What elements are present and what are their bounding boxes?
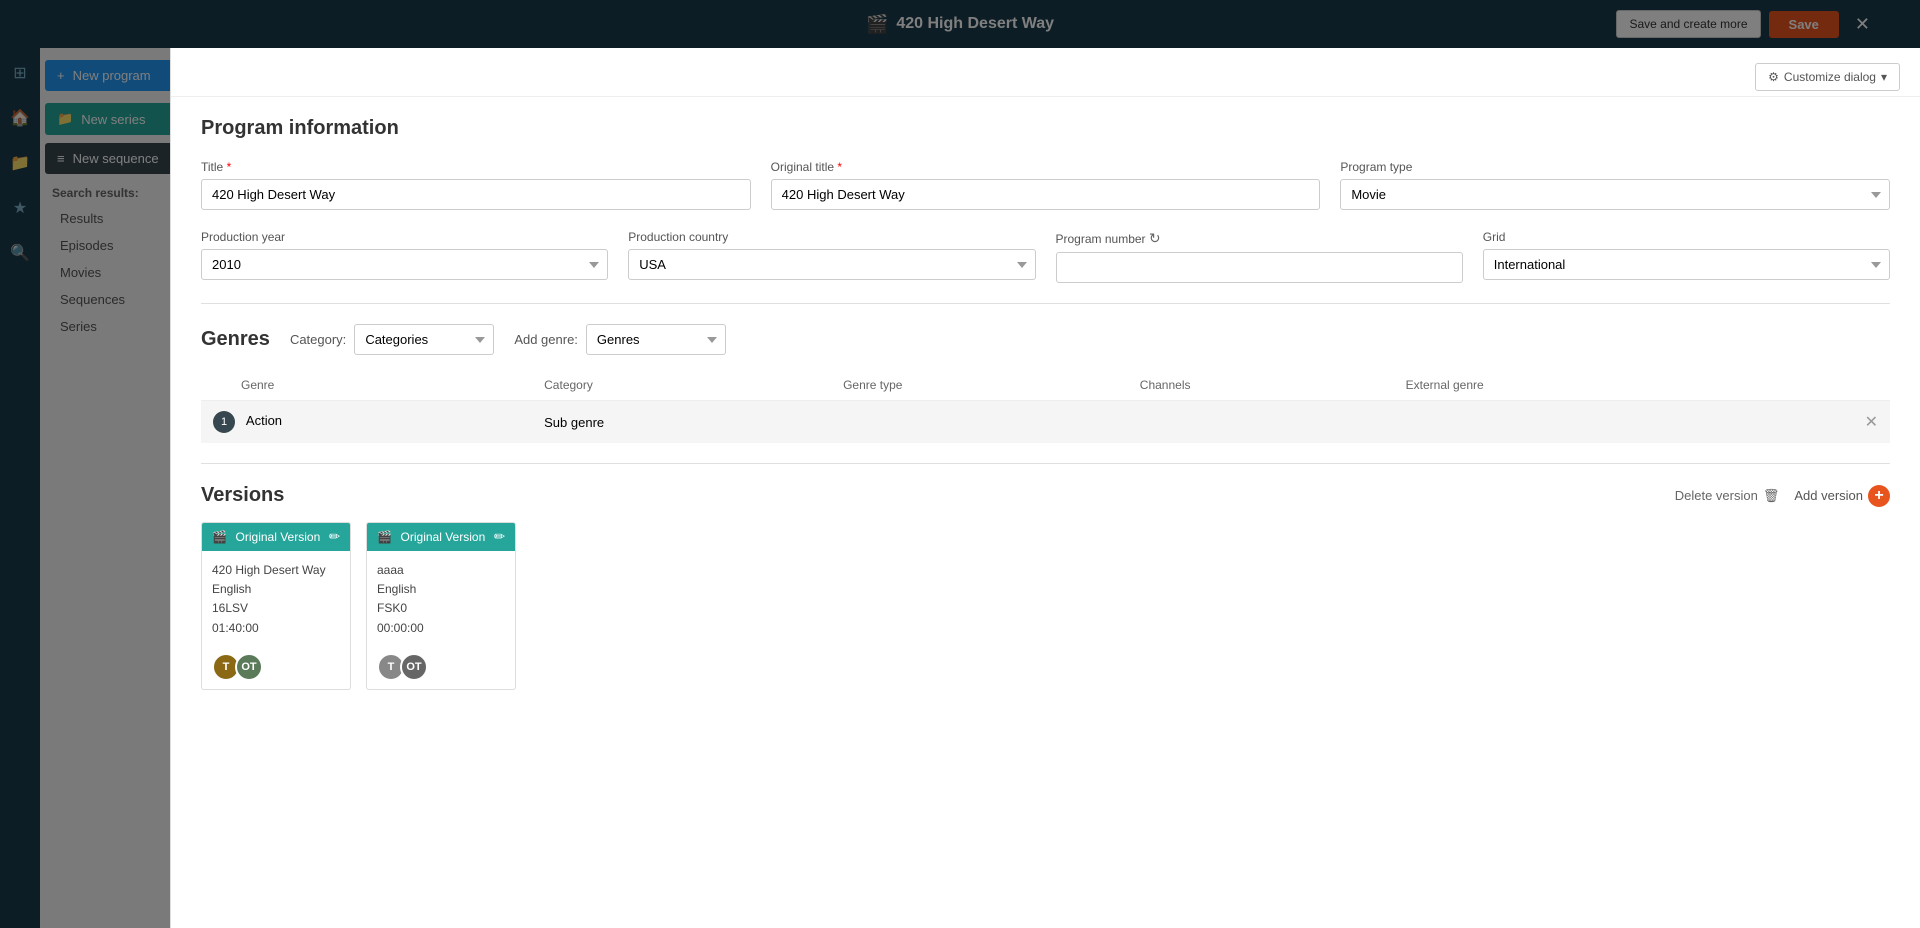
add-genre-filter: Add genre: Genres xyxy=(514,324,726,355)
program-type-group: Program type Movie Series Episode Sequen… xyxy=(1340,160,1890,210)
genre-col-genre: Genre xyxy=(201,370,532,401)
genre-number: 1 xyxy=(213,411,235,433)
category-label: Category: xyxy=(290,332,346,347)
category-select[interactable]: Categories xyxy=(354,324,494,355)
film-icon-1: 🎬 xyxy=(212,530,227,544)
category-filter: Category: Categories xyxy=(290,324,494,355)
genre-cell-channels xyxy=(1128,401,1394,444)
program-number-input[interactable] xyxy=(1056,252,1463,283)
genre-cell-external xyxy=(1394,401,1757,444)
version-2-duration: 00:00:00 xyxy=(377,619,505,638)
original-title-group: Original title * xyxy=(771,160,1321,210)
add-genre-label: Add genre: xyxy=(514,332,578,347)
title-input[interactable] xyxy=(201,179,751,210)
genre-table-head: Genre Category Genre type Channels Exter… xyxy=(201,370,1890,401)
genres-header: Genres Category: Categories Add genre: G… xyxy=(201,324,1890,355)
genres-section: Genres Category: Categories Add genre: G… xyxy=(201,324,1890,443)
genre-cell-genre: 1 Action xyxy=(201,401,532,444)
title-label: Title * xyxy=(201,160,751,174)
program-type-label: Program type xyxy=(1340,160,1890,174)
grid-group: Grid International National Regional xyxy=(1483,230,1890,283)
trash-icon: 🗑 xyxy=(1763,488,1780,504)
version-1-edit-button[interactable]: ✏ xyxy=(329,529,340,545)
production-country-label: Production country xyxy=(628,230,1035,244)
title-group: Title * xyxy=(201,160,751,210)
genre-table: Genre Category Genre type Channels Exter… xyxy=(201,370,1890,443)
version-card-1: 🎬 Original Version ✏ 420 High Desert Way… xyxy=(201,522,351,690)
version-1-title: Original Version xyxy=(236,530,321,544)
program-type-select[interactable]: Movie Series Episode Sequence xyxy=(1340,179,1890,210)
divider-2 xyxy=(201,463,1890,464)
refresh-icon[interactable]: ↻ xyxy=(1149,230,1161,246)
genre-col-type: Genre type xyxy=(831,370,1128,401)
form-row-titles: Title * Original title * Program type Mo… xyxy=(201,160,1890,210)
avatar-OT-2: OT xyxy=(400,653,428,681)
version-2-title: Original Version xyxy=(401,530,486,544)
add-circle-icon: + xyxy=(1868,485,1890,507)
version-cards: 🎬 Original Version ✏ 420 High Desert Way… xyxy=(201,522,1890,690)
version-1-avatars: T OT xyxy=(202,648,350,689)
film-icon-2: 🎬 xyxy=(377,530,392,544)
program-info-title: Program information xyxy=(201,117,1890,140)
version-1-prog-title: 420 High Desert Way xyxy=(212,561,340,580)
version-card-2-body: aaaa English FSK0 00:00:00 xyxy=(367,551,515,648)
chevron-down-icon: ▾ xyxy=(1881,70,1887,84)
genre-cell-remove: ✕ xyxy=(1757,401,1890,444)
genre-col-category: Category xyxy=(532,370,831,401)
customize-dialog-button[interactable]: ⚙ Customize dialog ▾ xyxy=(1755,63,1900,91)
genre-col-action xyxy=(1757,370,1890,401)
avatar-OT-1: OT xyxy=(235,653,263,681)
genre-cell-category: Sub genre xyxy=(532,401,831,444)
version-2-edit-button[interactable]: ✏ xyxy=(494,529,505,545)
version-2-rating: FSK0 xyxy=(377,599,505,618)
genre-select[interactable]: Genres xyxy=(586,324,726,355)
genre-col-channels: Channels xyxy=(1128,370,1394,401)
program-number-group: Program number ↻ xyxy=(1056,230,1463,283)
versions-title: Versions xyxy=(201,484,284,507)
version-card-1-body: 420 High Desert Way English 16LSV 01:40:… xyxy=(202,551,350,648)
genre-cell-type xyxy=(831,401,1128,444)
divider-1 xyxy=(201,303,1890,304)
grid-label: Grid xyxy=(1483,230,1890,244)
title-required: * xyxy=(227,160,232,174)
version-1-rating: 16LSV xyxy=(212,599,340,618)
add-version-label: Add version xyxy=(1794,488,1863,503)
original-title-label: Original title * xyxy=(771,160,1321,174)
genre-table-body: 1 Action Sub genre ✕ xyxy=(201,401,1890,444)
modal-body: Program information Title * Original tit… xyxy=(171,97,1920,710)
original-title-input[interactable] xyxy=(771,179,1321,210)
add-version-button[interactable]: Add version + xyxy=(1794,485,1890,507)
version-1-duration: 01:40:00 xyxy=(212,619,340,638)
genre-name: Action xyxy=(246,413,282,428)
modal-header: ⚙ Customize dialog ▾ xyxy=(171,48,1920,97)
genre-row: 1 Action Sub genre ✕ xyxy=(201,401,1890,444)
production-year-select[interactable]: 2010 2011 2009 xyxy=(201,249,608,280)
production-country-group: Production country USA UK Germany xyxy=(628,230,1035,283)
customize-label: Customize dialog xyxy=(1784,70,1876,84)
genre-remove-button[interactable]: ✕ xyxy=(1865,412,1878,432)
production-year-label: Production year xyxy=(201,230,608,244)
form-row-details: Production year 2010 2011 2009 Productio… xyxy=(201,230,1890,283)
versions-actions: Delete version 🗑 Add version + xyxy=(1675,485,1890,507)
original-title-required: * xyxy=(837,160,842,174)
gear-icon: ⚙ xyxy=(1768,70,1779,84)
versions-section: Versions Delete version 🗑 Add version + xyxy=(201,484,1890,690)
genre-col-external: External genre xyxy=(1394,370,1757,401)
production-country-select[interactable]: USA UK Germany xyxy=(628,249,1035,280)
production-year-group: Production year 2010 2011 2009 xyxy=(201,230,608,283)
version-2-language: English xyxy=(377,580,505,599)
versions-header: Versions Delete version 🗑 Add version + xyxy=(201,484,1890,507)
grid-select[interactable]: International National Regional xyxy=(1483,249,1890,280)
version-2-avatars: T OT xyxy=(367,648,515,689)
genres-title: Genres xyxy=(201,328,270,351)
version-2-prog-title: aaaa xyxy=(377,561,505,580)
version-card-1-header: 🎬 Original Version ✏ xyxy=(202,523,350,551)
version-card-2-header: 🎬 Original Version ✏ xyxy=(367,523,515,551)
version-card-2: 🎬 Original Version ✏ aaaa English FSK0 0… xyxy=(366,522,516,690)
version-1-language: English xyxy=(212,580,340,599)
program-number-label: Program number ↻ xyxy=(1056,230,1463,247)
modal-dialog: ⚙ Customize dialog ▾ Program information… xyxy=(170,48,1920,928)
delete-version-button[interactable]: Delete version 🗑 xyxy=(1675,488,1780,504)
delete-version-label: Delete version xyxy=(1675,488,1758,503)
